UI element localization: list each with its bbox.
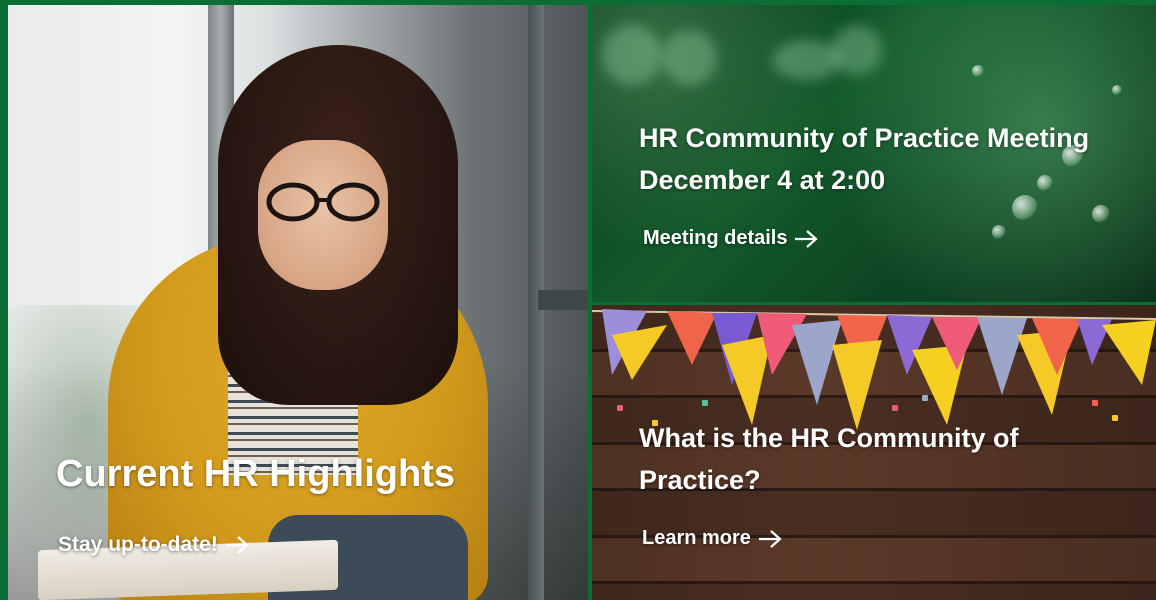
meeting-details-link[interactable]: Meeting details — [643, 227, 819, 250]
hero-tile-meeting[interactable]: HR Community of Practice Meeting Decembe… — [592, 5, 1156, 302]
arrow-right-icon — [795, 229, 819, 248]
background-confetti — [892, 405, 898, 411]
tile-title: HR Community of Practice Meeting Decembe… — [639, 117, 1089, 201]
link-label: Meeting details — [643, 227, 788, 249]
background-confetti — [922, 395, 928, 401]
stay-up-to-date-link[interactable]: Stay up-to-date! — [58, 533, 250, 557]
background-bokeh — [832, 25, 882, 75]
arrow-right-icon — [758, 529, 782, 548]
background-confetti — [1092, 400, 1098, 406]
title-line: What is the HR Community of — [639, 423, 1019, 453]
tile-title: What is the HR Community of Practice? — [639, 417, 1019, 501]
title-line: HR Community of Practice Meeting — [639, 123, 1090, 153]
arrow-right-icon — [225, 536, 249, 554]
link-label: Stay up-to-date! — [58, 533, 218, 556]
background-confetti — [1112, 415, 1118, 421]
link-label: Learn more — [642, 527, 751, 549]
hero-web-part: Current HR Highlights Stay up-to-date! H… — [0, 0, 1156, 600]
background-pennant-banner — [592, 309, 1156, 430]
background-water-drop — [1092, 205, 1110, 223]
background-bokeh — [602, 25, 662, 85]
background-bokeh — [662, 30, 717, 85]
background-water-drop — [972, 65, 984, 77]
image-glasses — [266, 182, 380, 222]
title-line: Practice? — [639, 465, 761, 495]
title-line: December 4 at 2:00 — [639, 165, 886, 195]
background-confetti — [702, 400, 708, 406]
hero-tile-current-hr-highlights[interactable]: Current HR Highlights Stay up-to-date! — [8, 5, 588, 600]
background-water-drop — [992, 225, 1006, 239]
tile-background-image-student — [38, 45, 518, 600]
background-water-drop — [1112, 85, 1122, 95]
background-window-sill — [538, 290, 588, 310]
learn-more-link[interactable]: Learn more — [642, 527, 783, 550]
hero-tile-community-of-practice[interactable]: What is the HR Community of Practice? Le… — [592, 305, 1156, 600]
tile-title: Current HR Highlights — [56, 453, 455, 495]
background-confetti — [617, 405, 623, 411]
